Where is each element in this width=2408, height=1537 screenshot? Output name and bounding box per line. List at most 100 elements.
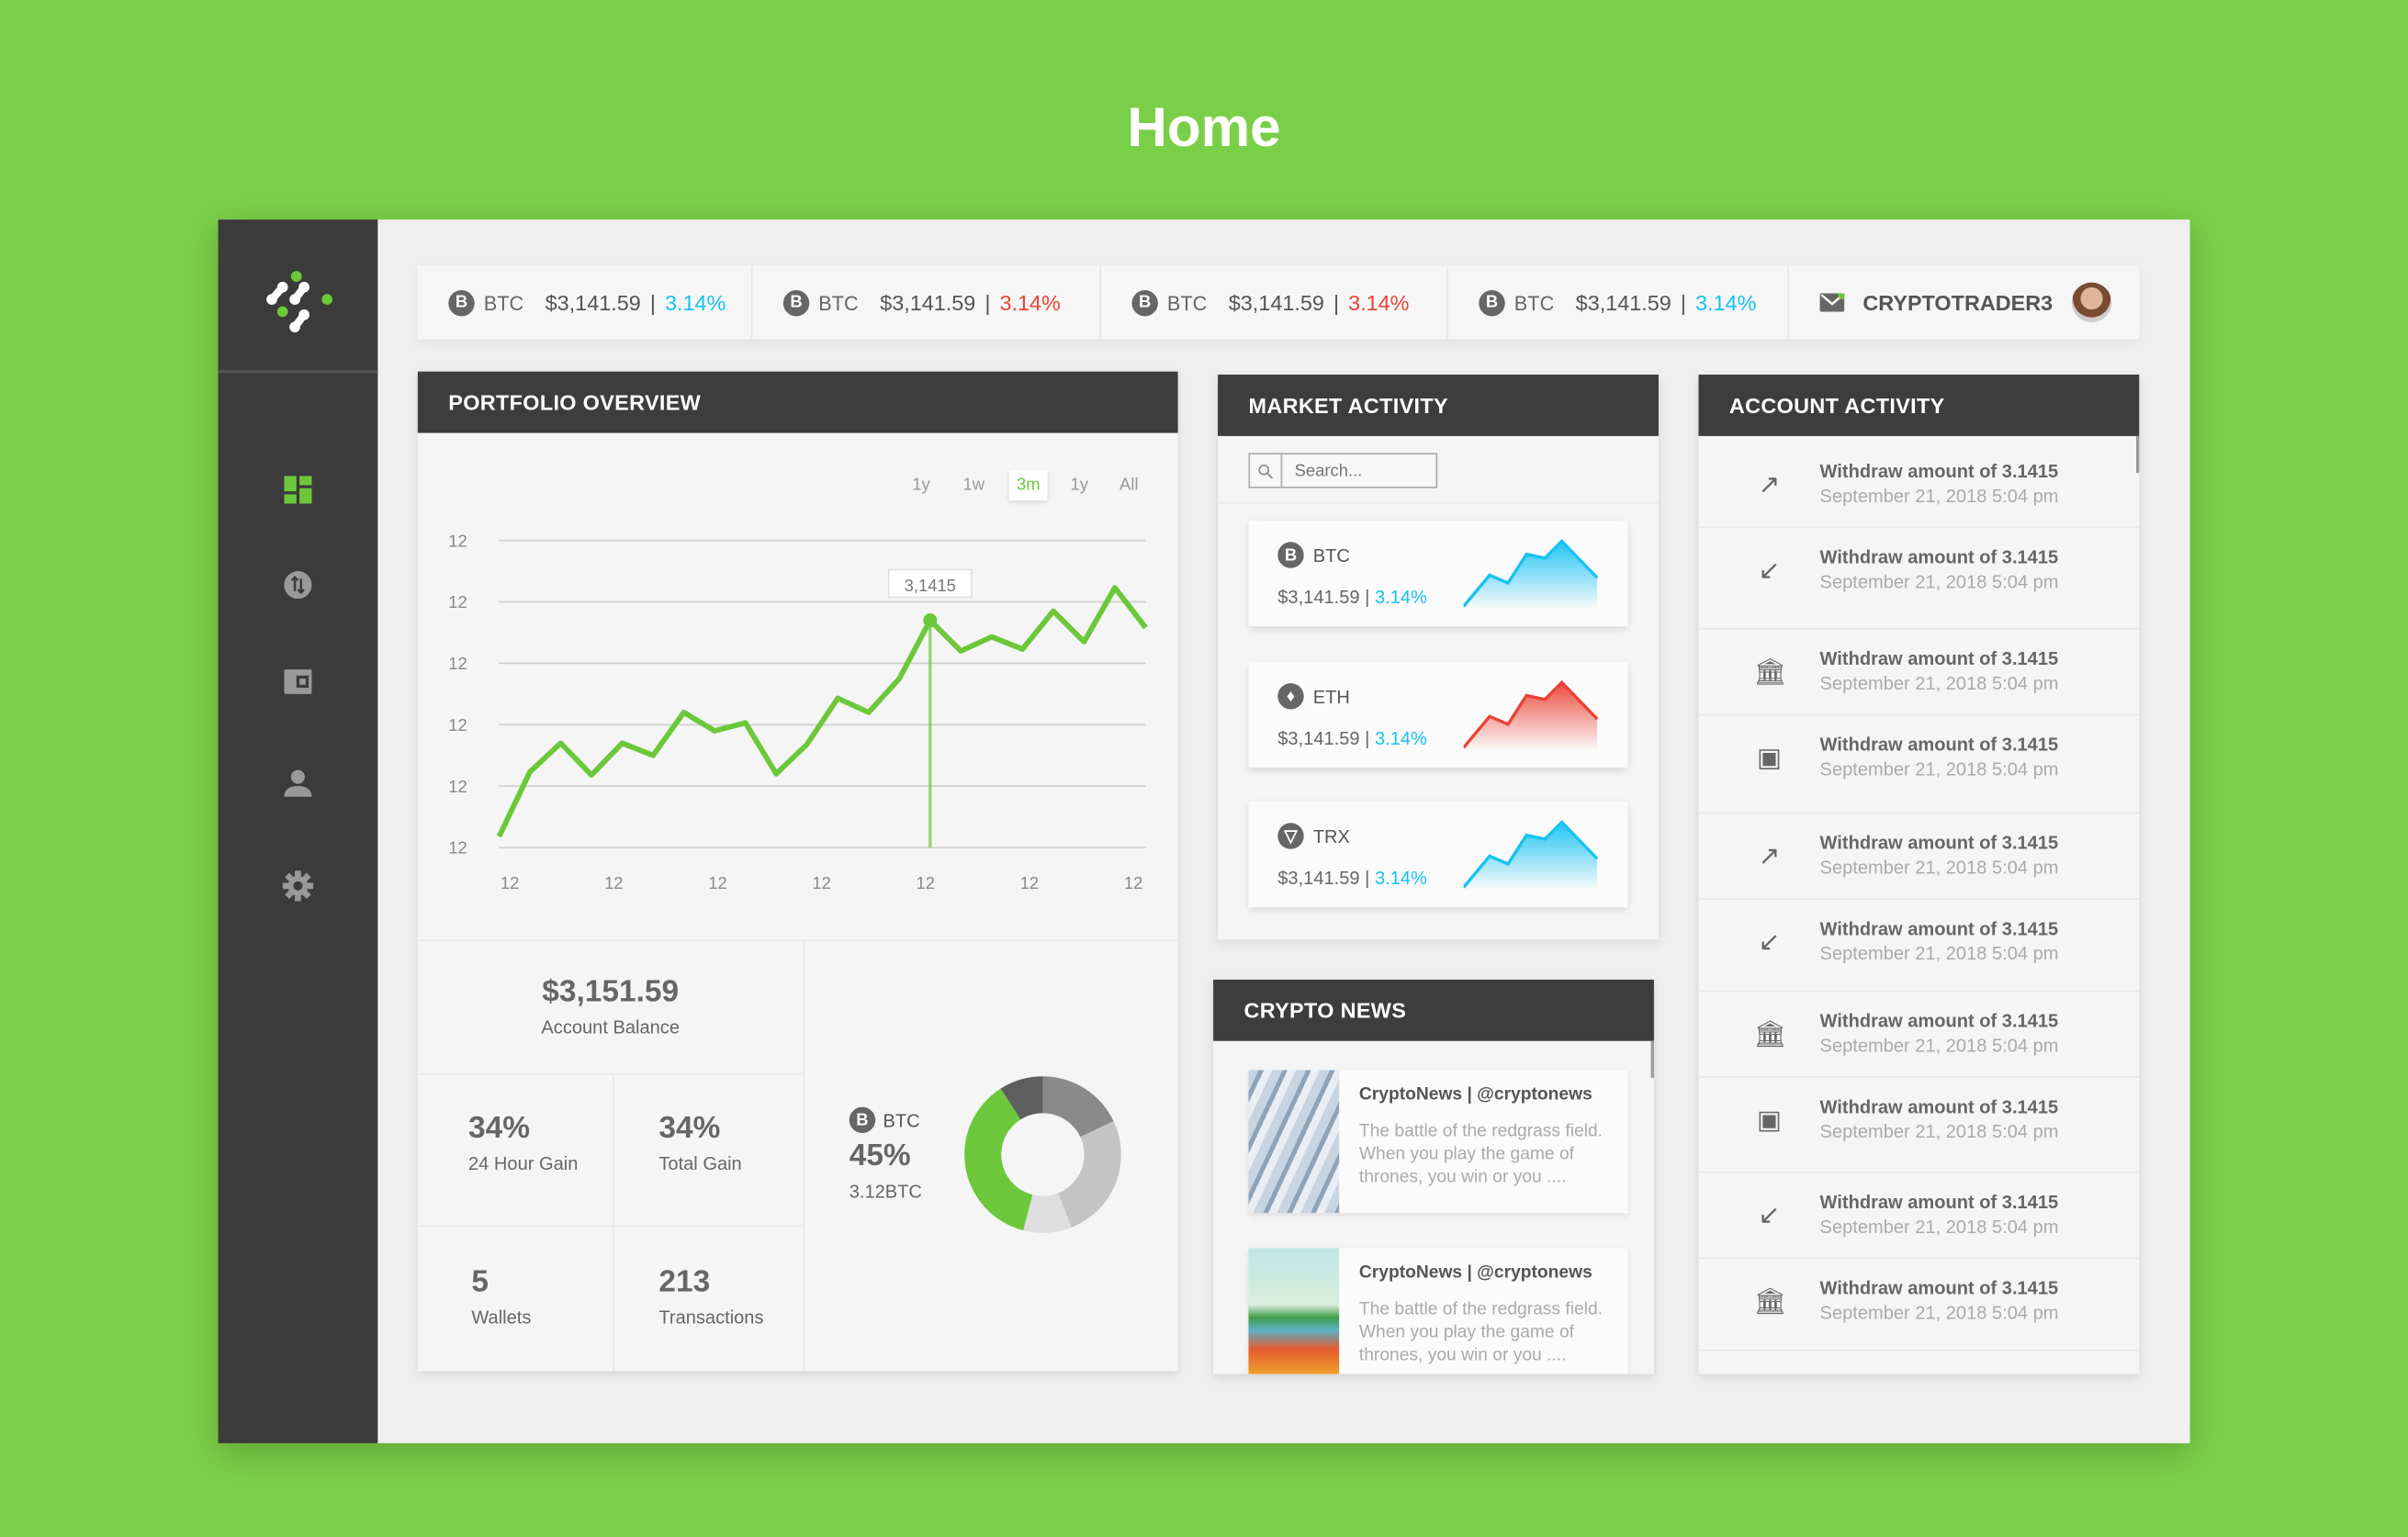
page-title: Home xyxy=(1127,95,1281,159)
separator: | xyxy=(1365,586,1370,609)
bitcoin-icon: B xyxy=(782,289,810,316)
market-price: $3,141.59 xyxy=(1277,586,1360,609)
sidebar-item-wallet[interactable] xyxy=(275,658,321,704)
ticker-item[interactable]: B BTC $3,141.59 | 3.14% xyxy=(1448,265,1790,340)
activity-item[interactable]: ↙ Withdraw amount of 3.1415 September 21, … xyxy=(1698,1173,2140,1260)
portfolio-line-chart: 12 12 12 12 12 12 12 12 12 12 12 12 12 3,1415 xyxy=(448,531,1148,892)
total-gain: 34% Total Gain xyxy=(613,1074,805,1228)
ticker-change: 3.14% xyxy=(664,290,726,315)
news-thumbnail xyxy=(1248,1070,1340,1214)
activity-date: September 21, 2018 5:04 pm xyxy=(1819,1035,2059,1057)
sidebar-item-dashboard[interactable] xyxy=(275,466,321,512)
tooltip-value: 3,1415 xyxy=(905,576,956,595)
user-menu[interactable]: CRYPTOTRADER3 xyxy=(1789,265,2139,339)
transactions-stat: 213 Transactions xyxy=(614,1227,805,1372)
sparkline-area xyxy=(1463,541,1598,610)
sparkline-chart xyxy=(1463,820,1599,891)
ticker-price: $3,141.59 xyxy=(1575,290,1671,315)
sidebar-item-settings[interactable] xyxy=(275,863,321,909)
activity-item[interactable]: 🏛 Withdraw amount of 3.1415 September 21, … xyxy=(1698,1259,2140,1352)
ticker-price: $3,141.59 xyxy=(880,290,976,315)
gain-24h: 34% 24 Hour Gain xyxy=(417,1074,614,1228)
coin-amount: 3.12BTC xyxy=(849,1180,922,1203)
wallets-label: Wallets xyxy=(471,1307,532,1329)
sidebar-item-exchange[interactable] xyxy=(275,562,321,608)
sparkline-area xyxy=(1463,682,1598,751)
logo-icon xyxy=(266,271,333,333)
activity-item[interactable]: ↙ Withdraw amount of 3.1415 September 21, … xyxy=(1698,900,2140,993)
activity-item[interactable]: ↗ Withdraw amount of 3.1415 September 21, … xyxy=(1698,813,2140,900)
x-tick-label: 12 xyxy=(501,873,519,892)
arrow-down-left-icon: ↙ xyxy=(1758,555,1781,586)
market-symbol: BTC xyxy=(1312,544,1350,567)
activity-text: Withdraw amount of 3.1415 xyxy=(1819,546,2059,568)
coin-percent: 45% xyxy=(849,1139,911,1173)
logo[interactable] xyxy=(218,219,378,374)
bitcoin-icon: B xyxy=(849,1106,876,1134)
separator: | xyxy=(1365,727,1370,750)
activity-date: September 21, 2018 5:04 pm xyxy=(1819,672,2059,694)
arrow-down-left-icon: ↙ xyxy=(1758,1200,1781,1230)
x-tick-label: 12 xyxy=(1020,873,1039,892)
sparkline-chart xyxy=(1463,539,1599,610)
sidebar-item-profile[interactable] xyxy=(275,760,321,806)
allocation-donut-chart xyxy=(964,1076,1121,1233)
sparkline-area xyxy=(1463,822,1598,891)
activity-text: Withdraw amount of 3.1415 xyxy=(1819,832,2059,854)
ticker-symbol: BTC xyxy=(1166,290,1208,314)
activity-item[interactable]: ↗ Withdraw amount of 3.1415 September 21, … xyxy=(1698,443,2140,529)
arrow-up-right-icon: ↗ xyxy=(1758,841,1781,871)
arrow-up-right-icon: ↗ xyxy=(1758,469,1781,499)
ticker-symbol: BTC xyxy=(1513,290,1555,314)
news-item[interactable]: CryptoNews | @cryptonews The battle of t… xyxy=(1248,1248,1628,1374)
ticker-item[interactable]: B BTC $3,141.59 | 3.14% xyxy=(418,265,753,340)
news-source: CryptoNews | @cryptonews xyxy=(1358,1085,1592,1105)
y-tick-label: 12 xyxy=(448,654,467,673)
activity-item[interactable]: ▣ Withdraw amount of 3.1415 September 21, … xyxy=(1698,715,2140,814)
separator: | xyxy=(1680,290,1686,315)
x-tick-label: 12 xyxy=(812,873,830,892)
activity-date: September 21, 2018 5:04 pm xyxy=(1819,571,2059,593)
news-title: CRYPTO NEWS xyxy=(1213,979,1654,1041)
x-tick-label: 12 xyxy=(1124,873,1142,892)
account-title: ACCOUNT ACTIVITY xyxy=(1698,375,2140,436)
ticker-item[interactable]: B BTC $3,141.59 | 3.14% xyxy=(752,265,1101,340)
ticker-price: $3,141.59 xyxy=(1228,290,1324,315)
ticker-symbol: BTC xyxy=(818,290,859,314)
sidebar xyxy=(218,219,378,1443)
activity-date: September 21, 2018 5:04 pm xyxy=(1819,485,2059,507)
activity-item[interactable]: ▣ Withdraw amount of 3.1415 September 21, … xyxy=(1698,1078,2140,1173)
market-item-trx[interactable]: ▽ TRX $3,141.59 | 3.14% xyxy=(1248,801,1628,908)
ticker-item[interactable]: B BTC $3,141.59 | 3.14% xyxy=(1101,265,1448,340)
activity-text: Withdraw amount of 3.1415 xyxy=(1819,917,2059,940)
activity-date: September 21, 2018 5:04 pm xyxy=(1819,758,2059,780)
news-item[interactable]: CryptoNews | @cryptonews The battle of t… xyxy=(1248,1070,1628,1214)
x-tick-label: 12 xyxy=(708,873,726,892)
market-item-eth[interactable]: ♦ ETH $3,141.59 | 3.14% xyxy=(1248,661,1628,768)
market-price: $3,141.59 xyxy=(1277,727,1360,750)
crypto-news-card: CRYPTO NEWS CryptoNews | @cryptonews The… xyxy=(1213,979,1654,1374)
market-title: MARKET ACTIVITY xyxy=(1218,375,1659,436)
gain-24h-value: 34% xyxy=(468,1111,530,1146)
ticker-change: 3.14% xyxy=(999,290,1061,315)
activity-text: Withdraw amount of 3.1415 xyxy=(1819,1095,2059,1118)
news-scrollbar[interactable] xyxy=(1650,1040,1654,1078)
bitcoin-icon: B xyxy=(448,289,475,316)
search-icon xyxy=(1250,454,1283,488)
bank-icon: 🏛 xyxy=(1753,656,1787,687)
data-point[interactable] xyxy=(923,613,938,628)
avatar[interactable] xyxy=(2071,282,2111,323)
market-item-btc[interactable]: B BTC $3,141.59 | 3.14% xyxy=(1248,520,1628,627)
search-box[interactable] xyxy=(1248,453,1438,488)
mail-icon[interactable] xyxy=(1819,293,1845,312)
activity-item[interactable]: 🏛 Withdraw amount of 3.1415 September 21, … xyxy=(1698,992,2140,1078)
market-change: 3.14% xyxy=(1374,727,1427,750)
search-input[interactable] xyxy=(1282,454,1429,488)
price-ticker: B BTC $3,141.59 | 3.14% B BTC $3,141.59 | 3.14% B B… xyxy=(417,265,2140,340)
activity-item[interactable]: ↙ Withdraw amount of 3.1415 September 21, … xyxy=(1698,528,2140,630)
activity-date: September 21, 2018 5:04 pm xyxy=(1819,1216,2059,1238)
activity-item[interactable]: 🏛 Withdraw amount of 3.1415 September 21, … xyxy=(1698,630,2140,716)
donut-slice[interactable] xyxy=(1058,1121,1121,1228)
activity-date: September 21, 2018 5:04 pm xyxy=(1819,1302,2059,1324)
gain-24h-label: 24 Hour Gain xyxy=(468,1152,579,1175)
